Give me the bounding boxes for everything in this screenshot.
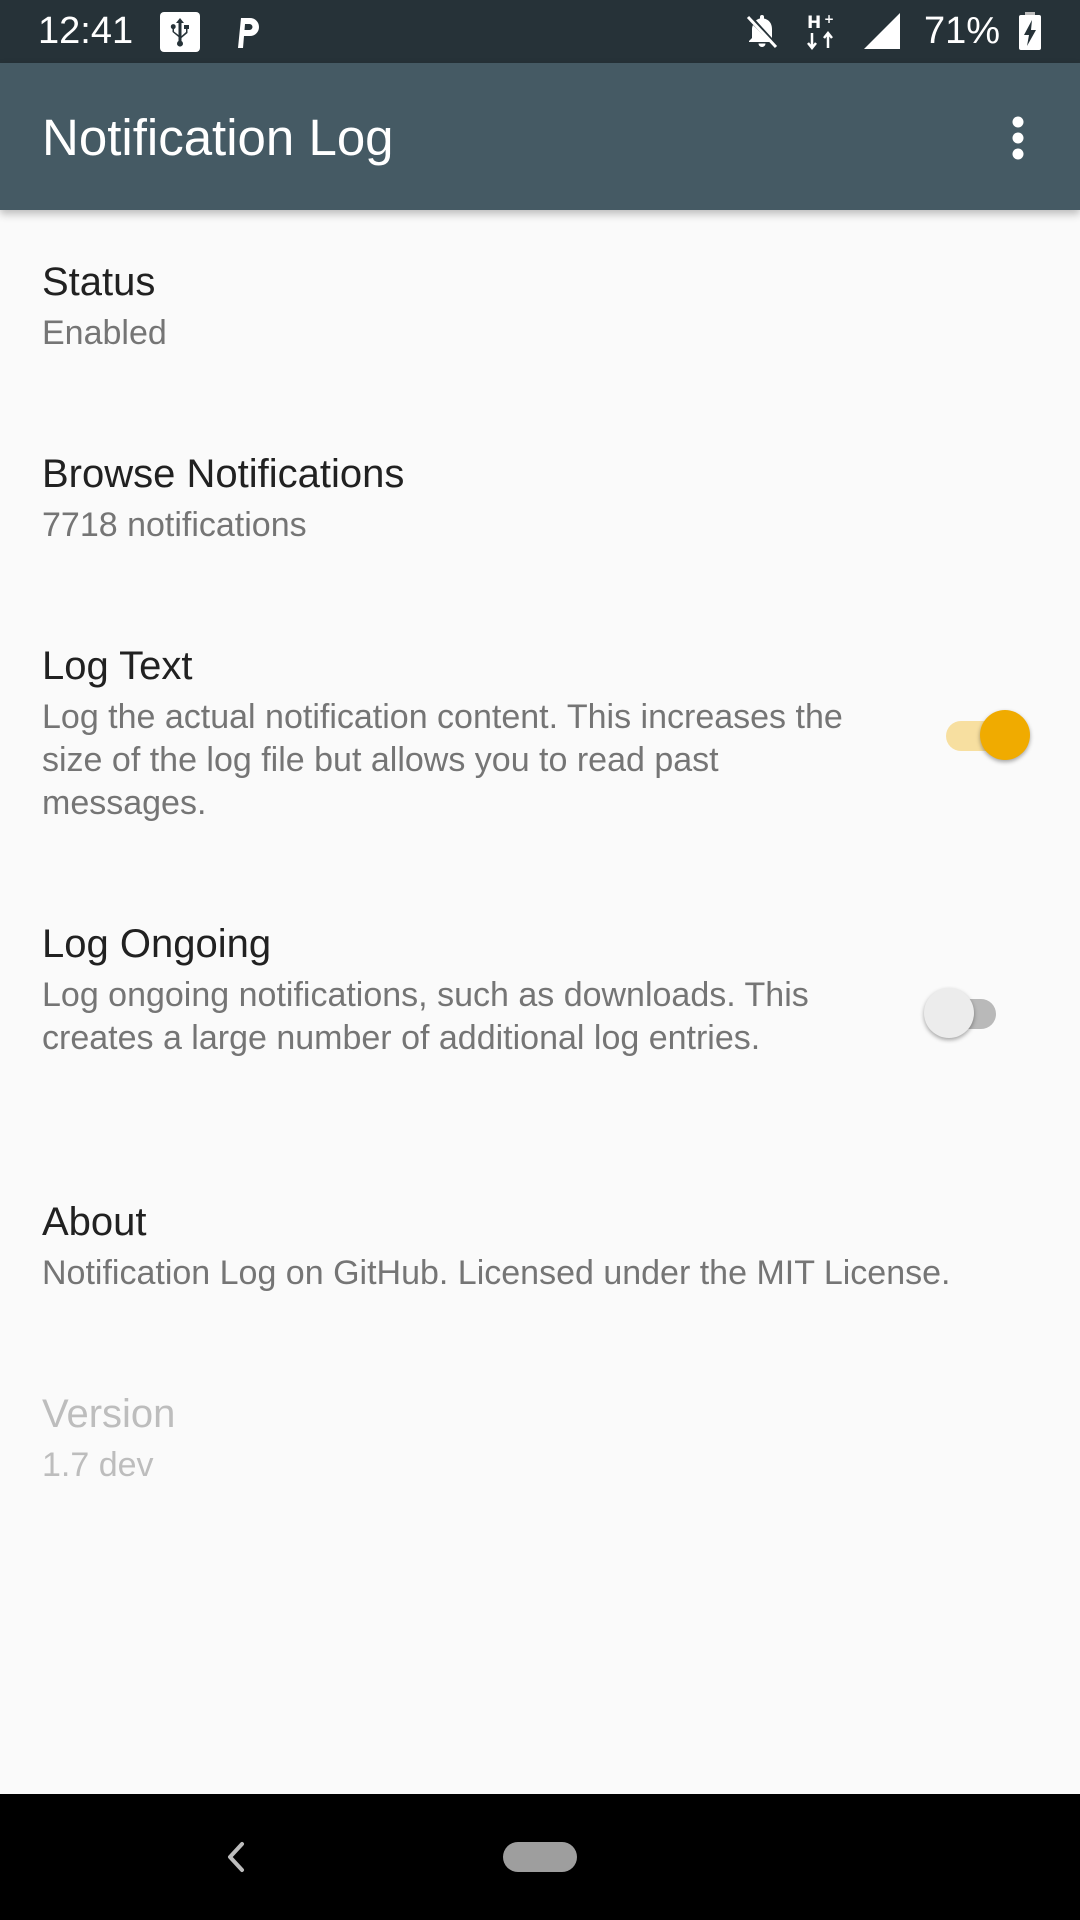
log-ongoing-switch-thumb (924, 988, 974, 1038)
status-bar: 12:41 H + 71% (0, 0, 1080, 63)
status-time: 12:41 (38, 10, 134, 52)
pref-about-title: About (42, 1200, 147, 1244)
pref-browse-notifications[interactable]: Browse Notifications 7718 notifications (0, 402, 1080, 594)
usb-icon (160, 12, 200, 52)
pref-log-text-summary: Log the actual notification content. Thi… (42, 698, 843, 822)
pref-log-ongoing-summary: Log ongoing notifications, such as downl… (42, 976, 809, 1057)
battery-percentage: 71% (923, 10, 1000, 52)
navigation-bar (0, 1794, 1080, 1920)
pref-version: Version 1.7 dev (0, 1342, 1080, 1534)
pref-status[interactable]: Status Enabled (0, 210, 1080, 402)
app-bar: Notification Log (0, 63, 1080, 210)
screen: 12:41 H + 71% Notification Log Status En… (0, 0, 1080, 1920)
pref-about[interactable]: About Notification Log on GitHub. Licens… (0, 1150, 1080, 1342)
pref-browse-summary: 7718 notifications (42, 506, 307, 544)
pref-version-summary: 1.7 dev (42, 1446, 154, 1484)
svg-text:H: H (807, 13, 821, 33)
overflow-menu-button[interactable] (976, 96, 1060, 180)
svg-text:+: + (824, 12, 834, 26)
home-pill-icon[interactable] (503, 1842, 577, 1872)
pref-log-text[interactable]: Log Text Log the actual notification con… (0, 594, 1080, 872)
pref-log-text-title: Log Text (42, 644, 193, 688)
pref-log-ongoing[interactable]: Log Ongoing Log ongoing notifications, s… (0, 872, 1080, 1150)
log-text-switch[interactable] (936, 708, 1030, 762)
h-plus-data-icon: H + (807, 12, 834, 51)
pref-log-ongoing-title: Log Ongoing (42, 922, 272, 966)
back-icon[interactable] (216, 1834, 256, 1880)
signal-icon (863, 13, 900, 49)
battery-charging-icon (1019, 12, 1041, 50)
pref-version-title: Version (42, 1392, 176, 1436)
pref-status-summary: Enabled (42, 314, 167, 352)
parking-app-icon (238, 18, 259, 48)
pref-about-summary: Notification Log on GitHub. Licensed und… (42, 1254, 951, 1292)
more-vert-icon (1012, 116, 1024, 160)
app-title: Notification Log (42, 109, 394, 166)
pref-status-title: Status (42, 260, 156, 304)
pref-browse-title: Browse Notifications (42, 452, 405, 496)
notifications-off-icon (746, 15, 778, 49)
log-ongoing-switch[interactable] (924, 986, 1008, 1040)
status-icons: H + 71% (722, 8, 1050, 54)
log-text-switch-thumb (980, 710, 1030, 760)
